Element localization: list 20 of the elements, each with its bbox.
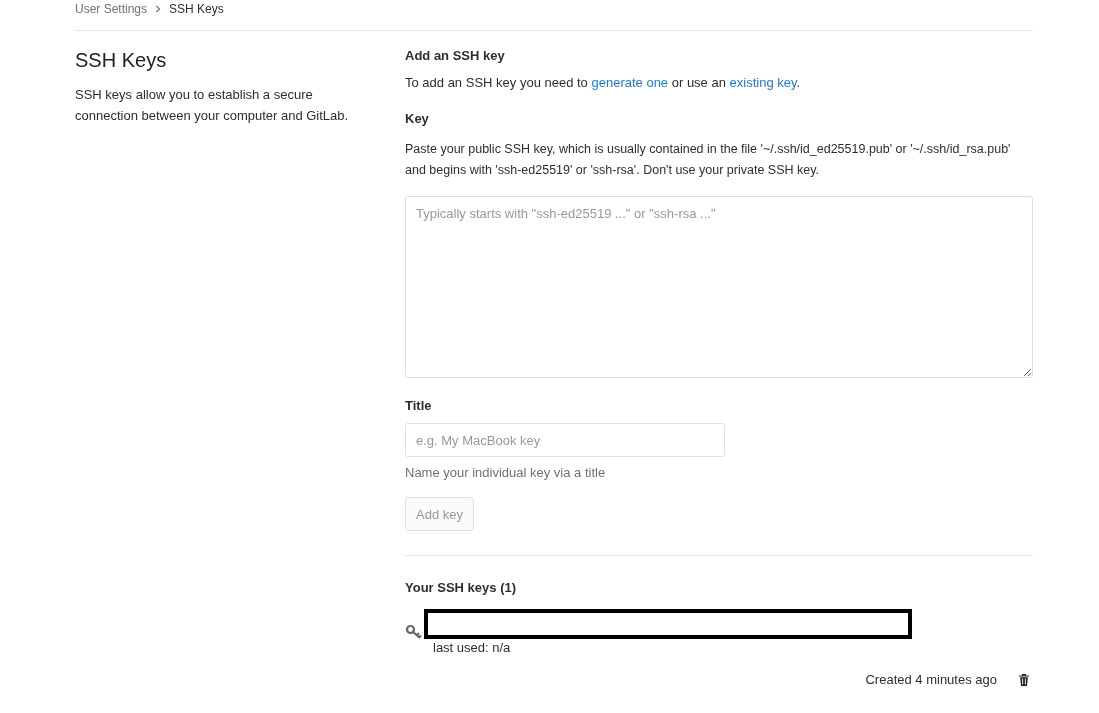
breadcrumb-link[interactable]: SSH Keys <box>169 2 224 16</box>
breadcrumb-link[interactable]: User Settings <box>75 2 148 16</box>
section-heading: Your SSH keys (1) <box>405 580 518 595</box>
trash-icon[interactable] <box>1019 673 1029 686</box>
title-field[interactable]: e.g. My MacBook key <box>405 423 725 457</box>
key-icon <box>405 624 423 640</box>
help-link[interactable]: generate one <box>591 75 669 90</box>
field-hint: Name your individual key via a title <box>405 465 607 480</box>
chevron-icon <box>155 5 162 13</box>
section-heading: Add an SSH key <box>405 48 506 63</box>
intro-text: To add an SSH key you need to generate one or use an existing key. <box>405 75 802 90</box>
page-title: SSH Keys <box>75 49 168 72</box>
help-link[interactable]: existing key <box>729 75 797 90</box>
field-label: Key <box>405 111 430 126</box>
key-field[interactable]: Typically starts with "ssh-ed25519 ..." or "ssh-rsa ..." <box>405 196 1033 378</box>
created-time: Created 4 minutes ago <box>865 672 997 687</box>
key-instructions: Paste your public SSH key, which is usually contained in the file '~/.ssh/id_ed25519.pub' or '~/.ssh/id_rsa.pub' and begins with 'ssh-ed25519' or 'ssh-rsa'. Don't use your private SSH key. <box>405 141 1012 179</box>
page-description: SSH keys allow you to establish a secure connection between your computer and GitLab. <box>75 86 350 125</box>
last-used-text: last used: n/a <box>433 640 512 655</box>
field-label: Title <box>405 398 433 413</box>
